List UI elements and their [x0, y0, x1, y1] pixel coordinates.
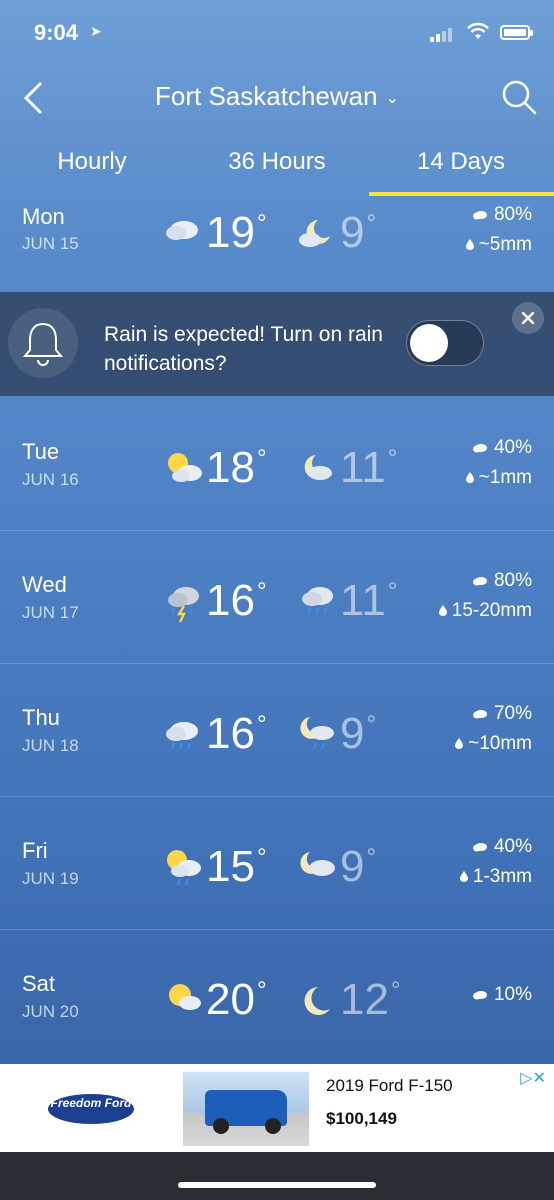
- low-temp: 9°: [340, 208, 377, 257]
- moon-icon: [304, 987, 330, 1015]
- moon-rain-icon: [300, 717, 334, 750]
- signal-icon: [430, 26, 458, 42]
- advertisement-banner[interactable]: Freedom Ford 2019 Ford F-150 $100,149 ▷✕: [0, 1064, 554, 1152]
- precip-chance: 40%: [472, 437, 532, 459]
- moon-cloud-icon: [300, 852, 335, 876]
- status-time: 9:04: [34, 20, 79, 45]
- day-date: JUN 16: [22, 470, 79, 489]
- rain-notification-toggle[interactable]: [406, 320, 484, 366]
- cloud-icon: [472, 576, 487, 586]
- forecast-row-wed[interactable]: Wed JUN 17 16° 11° 80% 15-20mm: [0, 530, 554, 664]
- day-name: Wed: [22, 572, 67, 597]
- raindrop-icon: [465, 239, 474, 251]
- rain-notification-banner: Rain is expected! Turn on rain notificat…: [0, 292, 554, 396]
- chevron-down-icon: ⌄: [385, 90, 399, 108]
- precip-amount: 15-20mm: [438, 600, 532, 622]
- moon-cloud-icon: [304, 455, 332, 480]
- cloud-icon: [472, 210, 487, 220]
- ad-title: 2019 Ford F-150: [326, 1076, 453, 1095]
- truck-image: [183, 1072, 309, 1146]
- rain-cloud-icon: [166, 722, 198, 750]
- bottom-bar: [0, 1152, 554, 1200]
- cloud-icon: [472, 990, 487, 1000]
- high-temp: 16°: [206, 709, 267, 758]
- sun-rain-icon: [167, 850, 201, 886]
- day-name: Sat: [22, 971, 56, 996]
- banner-message: Rain is expected! Turn on rain notificat…: [104, 323, 383, 375]
- day-date: JUN 19: [22, 869, 79, 888]
- day-date: JUN 17: [22, 603, 79, 622]
- close-icon: [521, 311, 535, 325]
- day-date: JUN 15: [22, 234, 79, 253]
- dealer-logo: Freedom Ford: [48, 1094, 134, 1124]
- day-date: JUN 18: [22, 736, 79, 755]
- cloud-icon: [472, 842, 487, 852]
- precip-chance: 80%: [472, 204, 532, 226]
- rain-cloud-icon: [302, 587, 333, 615]
- rain-cloud-icon: [166, 221, 198, 249]
- city-name: Fort Saskatchewan: [155, 81, 378, 111]
- day-name: Tue: [22, 439, 60, 464]
- low-temp: 11°: [340, 443, 398, 492]
- high-temp: 18°: [206, 443, 267, 492]
- day-name: Mon: [22, 204, 65, 229]
- search-icon[interactable]: [500, 78, 538, 116]
- high-temp: 16°: [206, 576, 267, 625]
- raindrop-icon: [455, 738, 464, 750]
- status-bar: 9:04 ➤: [0, 0, 554, 60]
- sun-cloud-icon: [169, 984, 201, 1010]
- precip-amount: ~5mm: [465, 234, 532, 256]
- precip-amount: 1-3mm: [459, 866, 532, 888]
- low-temp: 9°: [340, 842, 377, 891]
- city-selector[interactable]: Fort Saskatchewan ⌄: [0, 81, 554, 112]
- thunderstorm-icon: [168, 587, 199, 623]
- location-arrow-icon: ➤: [90, 23, 102, 39]
- battery-icon: [500, 25, 533, 40]
- precip-chance: 80%: [472, 570, 532, 592]
- cloud-icon: [472, 443, 487, 453]
- forecast-row-sat[interactable]: Sat JUN 20 20° 12° 10%: [0, 929, 554, 1062]
- forecast-row-tue[interactable]: Tue JUN 16 18° 11° 40% ~1mm: [0, 397, 554, 531]
- toggle-knob: [410, 324, 448, 362]
- forecast-row-thu[interactable]: Thu JUN 18 16° 9° 70% ~10mm: [0, 663, 554, 797]
- day-name: Thu: [22, 705, 60, 730]
- home-indicator[interactable]: [178, 1182, 376, 1188]
- precip-chance: 10%: [472, 984, 532, 1006]
- forecast-row-mon[interactable]: Mon JUN 15 19° 9° 80% ~5mm: [0, 162, 554, 295]
- high-temp: 20°: [206, 975, 267, 1024]
- raindrop-icon: [459, 871, 468, 883]
- bell-icon: [8, 308, 78, 378]
- day-name: Fri: [22, 838, 48, 863]
- raindrop-icon: [438, 605, 447, 617]
- precip-chance: 40%: [472, 836, 532, 858]
- close-banner-button[interactable]: [512, 302, 544, 334]
- forecast-row-fri[interactable]: Fri JUN 19 15° 9° 40% 1-3mm: [0, 796, 554, 930]
- cloud-icon: [472, 709, 487, 719]
- adchoices-close-icon[interactable]: ▷✕: [520, 1068, 546, 1088]
- precip-chance: 70%: [472, 703, 532, 725]
- precip-amount: ~1mm: [465, 467, 532, 489]
- sun-cloud-icon: [168, 453, 202, 482]
- day-date: JUN 20: [22, 1002, 79, 1021]
- moon-cloud-icon: [299, 220, 330, 247]
- precip-amount: ~10mm: [455, 733, 532, 755]
- low-temp: 12°: [340, 975, 401, 1024]
- ad-price: $100,149: [326, 1109, 397, 1128]
- high-temp: 19°: [206, 208, 267, 257]
- wifi-icon: [467, 22, 489, 39]
- low-temp: 9°: [340, 709, 377, 758]
- nav-bar: Fort Saskatchewan ⌄: [0, 70, 554, 126]
- high-temp: 15°: [206, 842, 267, 891]
- low-temp: 11°: [340, 576, 398, 625]
- raindrop-icon: [465, 472, 474, 484]
